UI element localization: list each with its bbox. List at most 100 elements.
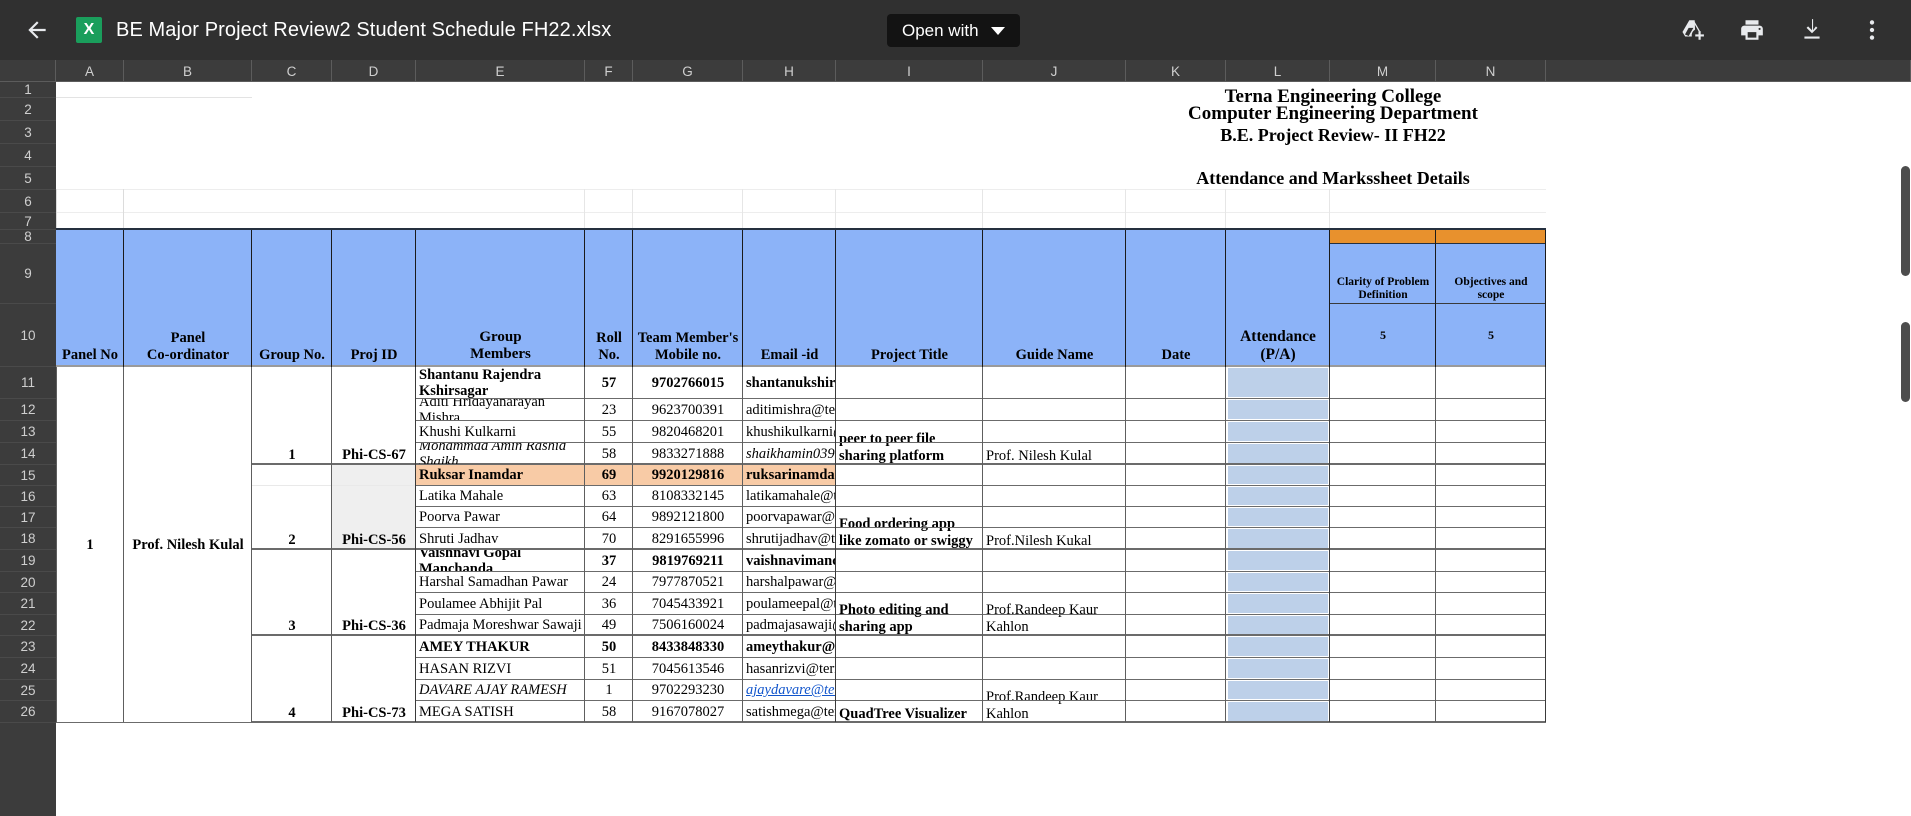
column-header-i[interactable]: I bbox=[836, 60, 983, 82]
member-name[interactable]: Mohammad Amin Rashid Shaikh bbox=[416, 443, 585, 465]
scrollbar-thumb[interactable] bbox=[1901, 166, 1910, 276]
row-header-12[interactable]: 12 bbox=[0, 399, 56, 421]
attendance-cell[interactable] bbox=[1228, 551, 1328, 570]
proj-id-value[interactable]: Phi-CS-73 bbox=[332, 636, 416, 723]
member-mobile[interactable]: 7977870521 bbox=[633, 572, 743, 593]
header-project-title[interactable]: Project Title bbox=[836, 230, 983, 367]
group-no-value[interactable]: 4 bbox=[252, 636, 332, 723]
objectives-mark-cell[interactable] bbox=[1436, 528, 1546, 550]
date-value[interactable] bbox=[1126, 465, 1226, 550]
objectives-mark-cell[interactable] bbox=[1436, 399, 1546, 421]
member-roll-no[interactable]: 64 bbox=[585, 507, 633, 528]
member-email[interactable]: ruksarinamdar@ternaengg.ac.in bbox=[743, 465, 836, 486]
header-attendance[interactable]: Attendance (P/A) bbox=[1226, 230, 1330, 367]
objectives-mark-cell[interactable] bbox=[1436, 507, 1546, 528]
member-roll-no[interactable]: 24 bbox=[585, 572, 633, 593]
clarity-mark-cell[interactable] bbox=[1330, 367, 1436, 399]
vertical-scrollbar[interactable] bbox=[1900, 82, 1911, 816]
attendance-cell[interactable] bbox=[1228, 400, 1328, 419]
member-mobile[interactable]: 9819769211 bbox=[633, 550, 743, 572]
row-header-21[interactable]: 21 bbox=[0, 593, 56, 615]
attendance-cell[interactable] bbox=[1228, 702, 1328, 721]
attendance-cell[interactable] bbox=[1228, 466, 1328, 484]
column-header-m[interactable]: M bbox=[1330, 60, 1436, 82]
member-name[interactable]: Shantanu Rajendra Kshirsagar bbox=[416, 367, 585, 399]
objectives-mark-cell[interactable] bbox=[1436, 443, 1546, 465]
objectives-mark-cell[interactable] bbox=[1436, 636, 1546, 658]
header-email[interactable]: Email -id bbox=[743, 230, 836, 367]
row-header-11[interactable]: 11 bbox=[0, 367, 56, 399]
objectives-mark-cell[interactable] bbox=[1436, 615, 1546, 636]
objectives-mark-cell[interactable] bbox=[1436, 465, 1546, 486]
member-name[interactable]: Padmaja Moreshwar Sawaji bbox=[416, 615, 585, 636]
member-name[interactable]: Ruksar Inamdar bbox=[416, 465, 585, 486]
proj-id-value[interactable]: Phi-CS-36 bbox=[332, 550, 416, 636]
row-header-3[interactable]: 3 bbox=[0, 121, 56, 144]
objectives-mark-cell[interactable] bbox=[1436, 572, 1546, 593]
member-mobile[interactable]: 7045433921 bbox=[633, 593, 743, 615]
row-header-17[interactable]: 17 bbox=[0, 507, 56, 528]
member-name[interactable]: Poulamee Abhijit Pal bbox=[416, 593, 585, 615]
objectives-mark-cell[interactable] bbox=[1436, 593, 1546, 615]
member-email[interactable]: ameythakur@ternaengg.ac.in bbox=[743, 636, 836, 658]
header-roll-no[interactable]: Roll No. bbox=[585, 230, 633, 367]
row-header-25[interactable]: 25 bbox=[0, 680, 56, 701]
member-mobile[interactable]: 9167078027 bbox=[633, 701, 743, 723]
objectives-mark-cell[interactable] bbox=[1436, 550, 1546, 572]
attendance-cell[interactable] bbox=[1228, 508, 1328, 526]
member-name[interactable]: Latika Mahale bbox=[416, 486, 585, 507]
member-roll-no[interactable]: 63 bbox=[585, 486, 633, 507]
member-roll-no[interactable]: 23 bbox=[585, 399, 633, 421]
more-options-icon[interactable] bbox=[1855, 13, 1889, 47]
add-to-drive-icon[interactable] bbox=[1675, 13, 1709, 47]
column-header-f[interactable]: F bbox=[585, 60, 633, 82]
member-email[interactable]: harshalpawar@ternaengg.ac.in bbox=[743, 572, 836, 593]
clarity-mark-cell[interactable] bbox=[1330, 528, 1436, 550]
attendance-cell[interactable] bbox=[1228, 422, 1328, 441]
member-email[interactable]: aditimishra@ternaengg.ac.in bbox=[743, 399, 836, 421]
member-email[interactable]: latikamahale@ternaengg.ac.in bbox=[743, 486, 836, 507]
attendance-cell[interactable] bbox=[1228, 444, 1328, 463]
member-mobile[interactable]: 8108332145 bbox=[633, 486, 743, 507]
member-email[interactable]: padmajasawaji@ternaengg.ac.in bbox=[743, 615, 836, 636]
select-all-corner[interactable] bbox=[0, 60, 56, 81]
row-header-22[interactable]: 22 bbox=[0, 615, 56, 636]
attendance-cell[interactable] bbox=[1228, 659, 1328, 678]
member-mobile[interactable]: 9892121800 bbox=[633, 507, 743, 528]
group-no-value[interactable]: 2 bbox=[252, 465, 332, 550]
row-header-24[interactable]: 24 bbox=[0, 658, 56, 680]
row-header-5[interactable]: 5 bbox=[0, 167, 56, 190]
clarity-mark-cell[interactable] bbox=[1330, 636, 1436, 658]
objectives-mark-cell[interactable] bbox=[1436, 367, 1546, 399]
header-guide-name[interactable]: Guide Name bbox=[983, 230, 1126, 367]
panel-no-value[interactable]: 1 bbox=[56, 367, 124, 723]
project-title-value[interactable]: peer to peer file sharing platform bbox=[836, 367, 983, 465]
member-mobile[interactable]: 8433848330 bbox=[633, 636, 743, 658]
open-with-button[interactable]: Open with bbox=[887, 14, 1020, 47]
scrollbar-thumb-secondary[interactable] bbox=[1901, 322, 1910, 402]
guide-name-value[interactable]: Prof. Nilesh Kulal bbox=[983, 367, 1126, 465]
member-name[interactable]: Shruti Jadhav bbox=[416, 528, 585, 550]
row-header-8[interactable]: 8 bbox=[0, 229, 56, 244]
member-email[interactable]: poorvapawar@ternaengg.ac.in bbox=[743, 507, 836, 528]
column-header-c[interactable]: C bbox=[252, 60, 332, 82]
attendance-cell[interactable] bbox=[1228, 637, 1328, 656]
guide-name-value[interactable]: Prof.Nilesh Kukal bbox=[983, 465, 1126, 550]
row-header-9[interactable]: 9 bbox=[0, 244, 56, 304]
header-proj-id[interactable]: Proj ID bbox=[332, 230, 416, 367]
member-mobile[interactable]: 9623700391 bbox=[633, 399, 743, 421]
column-header-b[interactable]: B bbox=[124, 60, 252, 82]
clarity-mark-cell[interactable] bbox=[1330, 550, 1436, 572]
row-header-26[interactable]: 26 bbox=[0, 701, 56, 723]
member-mobile[interactable]: 7045613546 bbox=[633, 658, 743, 680]
proj-id-value[interactable]: Phi-CS-56 bbox=[332, 465, 416, 550]
row-header-23[interactable]: 23 bbox=[0, 636, 56, 658]
member-name[interactable]: Vaishnavi Gopal Manchanda bbox=[416, 550, 585, 572]
row-header-10[interactable]: 10 bbox=[0, 304, 56, 367]
column-header-h[interactable]: H bbox=[743, 60, 836, 82]
member-name[interactable]: Poorva Pawar bbox=[416, 507, 585, 528]
row-header-1[interactable]: 1 bbox=[0, 82, 56, 98]
group-no-value[interactable]: 3 bbox=[252, 550, 332, 636]
clarity-mark-cell[interactable] bbox=[1330, 701, 1436, 723]
member-email[interactable]: hasanrizvi@ternaengg.ac.in bbox=[743, 658, 836, 680]
